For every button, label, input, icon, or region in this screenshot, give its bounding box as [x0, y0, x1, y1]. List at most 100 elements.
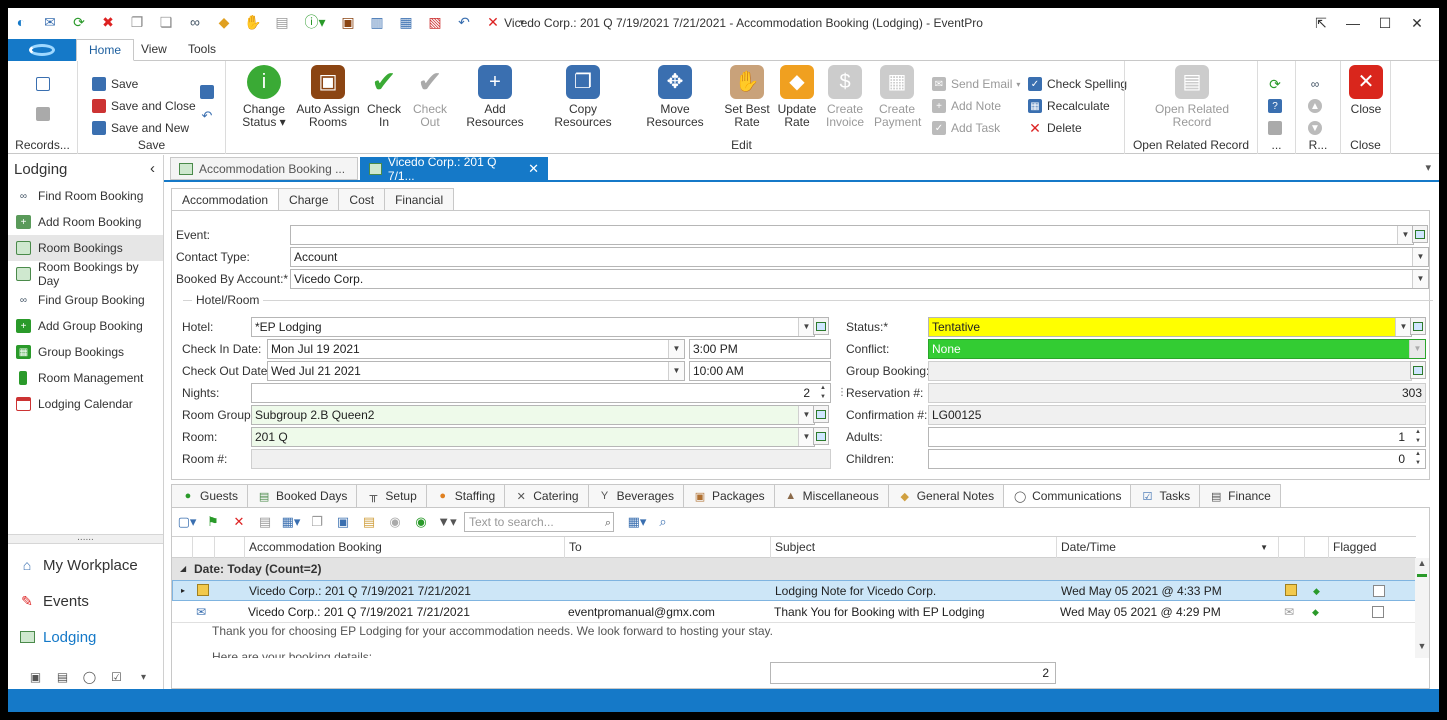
tab-financial[interactable]: Financial [385, 188, 455, 211]
app-menu-button[interactable] [8, 39, 76, 61]
check-in-date-field[interactable]: Mon Jul 19 2021 ▼ [267, 339, 685, 359]
create-invoice-button[interactable]: $ Create Invoice [824, 65, 866, 129]
create-payment-button[interactable]: ▦ Create Payment [874, 65, 921, 129]
status-lookup-button[interactable] [1410, 317, 1426, 335]
sidebar-item-room-management[interactable]: Room Management [8, 365, 163, 391]
save-all-button[interactable] [200, 83, 219, 101]
nav-lodging[interactable]: Lodging [8, 619, 163, 655]
tab-beverages[interactable]: Y Beverages [588, 484, 684, 508]
group-booking-lookup-button[interactable] [1410, 361, 1426, 379]
undo-button[interactable]: ↶ [200, 107, 219, 125]
restore-ribbon-icon[interactable]: ⇱ [1305, 12, 1337, 34]
move-down-button[interactable]: ▼ [1308, 119, 1327, 137]
tab-cost[interactable]: Cost [339, 188, 386, 211]
contact-type-field[interactable]: Account ▼ [290, 247, 1429, 267]
booked-by-field[interactable]: Vicedo Corp. ▼ [290, 269, 1429, 289]
copy-resources-button[interactable]: ❐ Copy Resources [542, 65, 624, 129]
copy-icon[interactable]: ❐ [308, 513, 326, 531]
room-field[interactable]: 201 Q ▼ [251, 427, 815, 447]
ribbon-tab-view[interactable]: View [129, 39, 179, 61]
recalculate-button[interactable]: ▦ Recalculate [1028, 97, 1110, 115]
tab-charge[interactable]: Charge [279, 188, 340, 211]
flag-icon[interactable]: ⚑ [204, 513, 222, 531]
chevron-down-icon[interactable]: ▼ [668, 340, 684, 358]
chevron-down-icon[interactable]: ▼ [798, 318, 814, 336]
send-email-button[interactable]: ✉ Send Email ▾ [932, 75, 1020, 93]
scroll-up-icon[interactable]: ▲ [1415, 558, 1429, 568]
save-button[interactable]: Save [92, 75, 138, 93]
move-up-button[interactable]: ▲ [1308, 97, 1327, 115]
sidebar-item-lodging-calendar[interactable]: Lodging Calendar [8, 391, 163, 417]
table-row[interactable]: ✉ Vicedo Corp.: 201 Q 7/19/2021 7/21/202… [172, 602, 1416, 623]
scroll-down-icon[interactable]: ▼ [1415, 641, 1429, 651]
nav-events[interactable]: ✎ Events [8, 583, 163, 619]
table-row[interactable]: ▸ Vicedo Corp.: 201 Q 7/19/2021 7/21/202… [172, 580, 1416, 601]
tab-miscellaneous[interactable]: ▲ Miscellaneous [774, 484, 889, 508]
save-and-close-button[interactable]: Save and Close [92, 97, 196, 115]
tab-finance[interactable]: ▤ Finance [1200, 484, 1281, 508]
expand-group-icon[interactable]: ◢ [180, 558, 186, 580]
tab-list-chevron-icon[interactable]: ▾ [1425, 161, 1431, 174]
spinner-icon[interactable]: ▲ ▼ [1411, 450, 1425, 468]
delete-button[interactable]: ✕ Delete [1028, 119, 1082, 137]
tab-booked-days[interactable]: ▤ Booked Days [248, 484, 358, 508]
column-header-flagged[interactable]: Flagged [1328, 537, 1416, 558]
room-lookup-button[interactable] [813, 427, 829, 445]
search-icon[interactable]: ⌕ [605, 514, 611, 532]
toolbox-icon[interactable]: ▣ [28, 669, 43, 685]
add-note-button[interactable]: + Add Note [932, 97, 1001, 115]
check-in-time-field[interactable]: 3:00 PM [689, 339, 831, 359]
maximize-icon[interactable]: ☐ [1369, 12, 1401, 34]
nights-field[interactable]: 2 ▲ ▼ [251, 383, 831, 403]
sidebar-item-add-group-booking[interactable]: + Add Group Booking [8, 313, 163, 339]
column-header-accommodation-booking[interactable]: Accommodation Booking [244, 537, 564, 558]
flagged-checkbox[interactable] [1369, 581, 1399, 601]
clipboard-button[interactable] [1268, 119, 1287, 137]
minimize-icon[interactable]: — [1337, 12, 1369, 34]
tab-general-notes[interactable]: ◆ General Notes [888, 484, 1005, 508]
check-out-button[interactable]: ✔ Check Out [410, 65, 450, 129]
column-header-date-time[interactable]: Date/Time ▼ [1056, 537, 1278, 558]
tab-staffing[interactable]: ● Staffing [426, 484, 506, 508]
status-field[interactable]: Tentative ▼ [928, 317, 1412, 337]
collapse-sidebar-icon[interactable]: ‹ [150, 160, 155, 177]
doc-tab-vicedo[interactable]: Vicedo Corp.: 201 Q 7/1... ✕ [360, 155, 548, 183]
sidebar-item-find-room-booking[interactable]: ∞ Find Room Booking [8, 183, 163, 209]
open-related-record-button[interactable]: ▤ Open Related Record [1137, 65, 1247, 129]
chevron-down-icon[interactable]: ▼ [798, 428, 814, 446]
column-header-subject[interactable]: Subject [770, 537, 1056, 558]
chevron-down-icon[interactable]: ▼ [668, 362, 684, 380]
sidebar-item-add-room-booking[interactable]: + Add Room Booking [8, 209, 163, 235]
priority-column-header[interactable] [1304, 537, 1328, 558]
icon-column-header[interactable] [214, 537, 244, 558]
set-best-rate-button[interactable]: ✋ Set Best Rate [724, 65, 770, 129]
chevron-down-icon[interactable]: ▼ [798, 406, 814, 424]
tab-tasks[interactable]: ☑ Tasks [1131, 484, 1201, 508]
open-icon[interactable]: ▣ [334, 513, 352, 531]
close-tab-icon[interactable]: ✕ [528, 161, 539, 177]
adults-field[interactable]: 1 ▲ ▼ [928, 427, 1426, 447]
tab-packages[interactable]: ▣ Packages [683, 484, 775, 508]
up-icon[interactable]: ◉ [386, 513, 404, 531]
save-layout-icon[interactable]: ▦▾ [628, 513, 647, 531]
layout-icon[interactable]: ▦▾ [282, 513, 301, 531]
chevron-down-icon[interactable]: ▼ [1395, 318, 1411, 336]
tab-catering[interactable]: ✕ Catering [505, 484, 589, 508]
auto-assign-rooms-button[interactable]: ▣ Auto Assign Rooms [296, 65, 360, 129]
check-in-button[interactable]: ✔ Check In [364, 65, 404, 129]
close-window-icon[interactable]: ✕ [1401, 12, 1433, 34]
change-status-button[interactable]: i Change Status ▾ [234, 65, 294, 129]
hotel-field[interactable]: *EP Lodging ▼ [251, 317, 815, 337]
checklist-icon[interactable]: ☑ [109, 669, 124, 685]
scroll-thumb[interactable] [1417, 574, 1427, 577]
room-group-field[interactable]: Subgroup 2.B Queen2 ▼ [251, 405, 815, 425]
tab-setup[interactable]: ╥ Setup [357, 484, 427, 508]
chevron-down-icon[interactable]: ▼ [1412, 248, 1428, 266]
type-column-header[interactable] [192, 537, 214, 558]
tab-accommodation[interactable]: Accommodation [171, 188, 280, 211]
nav-my-workplace[interactable]: ⌂ My Workplace [8, 547, 163, 583]
check-out-time-field[interactable]: 10:00 AM [689, 361, 831, 381]
grid-group-row[interactable]: ◢ Date: Today (Count=2) [172, 558, 1416, 580]
delete-icon[interactable]: ✕ [230, 513, 248, 531]
children-field[interactable]: 0 ▲ ▼ [928, 449, 1426, 469]
